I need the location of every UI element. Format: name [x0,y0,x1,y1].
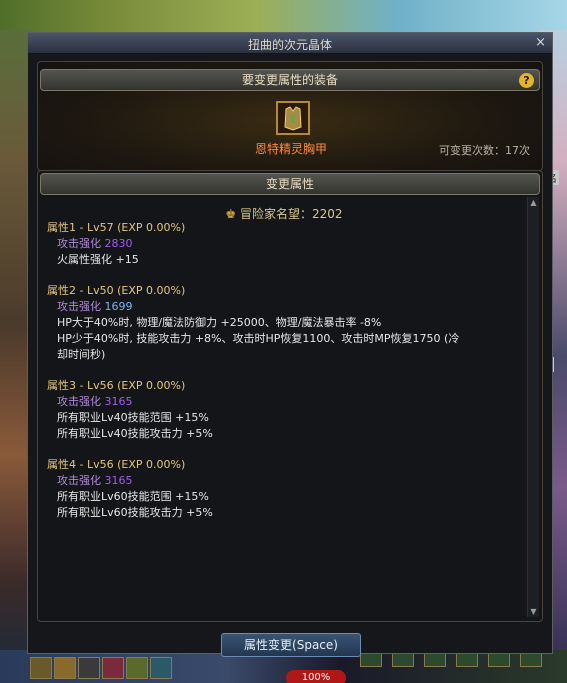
attribute-title: 属性2 - Lv50 (EXP 0.00%) [47,284,186,297]
skill-slot-icon[interactable] [30,657,52,679]
attack-boost-line: 攻击强化 3165 [47,394,459,410]
attack-boost-line: 攻击强化 2830 [47,236,459,252]
attack-boost-label: 攻击强化 [57,474,101,487]
help-icon[interactable]: ? [519,73,534,88]
change-count: 可变更次数：17次 [439,144,530,157]
chest-armor-icon[interactable] [276,101,310,135]
attribute-list: 属性1 - Lv57 (EXP 0.00%) 攻击强化 2830 火属性强化 +15… [47,220,459,536]
fame-text: 冒险家名望：2202 [240,207,343,221]
attribute-effect-line: 所有职业Lv40技能攻击力 +5% [57,427,213,440]
attribute-block: 属性1 - Lv57 (EXP 0.00%) 攻击强化 2830 火属性强化 +15 [47,220,459,268]
background-left-tree [0,30,30,683]
attribute-section-header: 变更属性 [40,173,540,195]
attribute-effect-line: 所有职业Lv60技能范围 +15% [57,490,209,503]
scrollbar[interactable]: ▲ ▼ [527,197,539,617]
attribute-title: 属性1 - Lv57 (EXP 0.00%) [47,221,186,234]
skill-slot-icon[interactable] [78,657,100,679]
equipment-panel: 要变更属性的装备 ? 恩特精灵胸甲 可变更次数：17次 [37,61,543,171]
attribute-effect-line: 所有职业Lv60技能攻击力 +5% [57,506,213,519]
hp-orb-readout: 100% [286,670,346,683]
attribute-block: 属性2 - Lv50 (EXP 0.00%) 攻击强化 1699 HP大于40%时,… [47,283,459,363]
attack-boost-value: 3165 [104,395,133,408]
skill-slot-icon[interactable] [54,657,76,679]
attack-boost-line: 攻击强化 1699 [47,299,459,315]
attribute-block: 属性4 - Lv56 (EXP 0.00%) 攻击强化 3165 所有职业Lv60技… [47,457,459,521]
scroll-up-icon[interactable]: ▲ [528,197,539,208]
close-icon[interactable]: × [535,35,546,50]
equipment-section-title: 要变更属性的装备 [241,73,338,87]
attribute-title: 属性3 - Lv56 (EXP 0.00%) [47,379,186,392]
titlebar[interactable]: 扭曲的次元晶体 × [28,33,552,54]
attack-boost-label: 攻击强化 [57,237,101,250]
skill-slot-icon[interactable] [150,657,172,679]
scroll-down-icon[interactable]: ▼ [528,606,539,617]
attack-boost-value: 2830 [104,237,133,250]
attack-boost-line: 攻击强化 3165 [47,473,459,489]
attribute-effect-line: 火属性强化 +15 [57,253,139,266]
attack-boost-value: 1699 [104,300,133,313]
skill-slot-icon[interactable] [126,657,148,679]
dimension-crystal-dialog: 扭曲的次元晶体 × 要变更属性的装备 ? 恩特精灵胸甲 可变更次数：17次 变更… [27,32,553,657]
attack-boost-value: 3165 [104,474,133,487]
attack-boost-label: 攻击强化 [57,395,101,408]
attribute-block: 属性3 - Lv56 (EXP 0.00%) 攻击强化 3165 所有职业Lv40技… [47,378,459,442]
attribute-effect-line: HP大于40%时, 物理/魔法防御力 +25000、物理/魔法暴击率 -8% [57,316,382,329]
attribute-effect-line: HP少于40%时, 技能攻击力 +8%、攻击时HP恢复1100、攻击时MP恢复1… [57,332,460,345]
attribute-title: 属性4 - Lv56 (EXP 0.00%) [47,458,186,471]
attack-boost-label: 攻击强化 [57,300,101,313]
equipment-section-header: 要变更属性的装备 ? [40,69,540,91]
fame-crest-icon: ♚ [225,207,237,221]
attribute-effect-line: 却时间秒) [57,348,106,361]
attribute-effect-line: 所有职业Lv40技能范围 +15% [57,411,209,424]
skill-slot-icon[interactable] [102,657,124,679]
change-attribute-button[interactable]: 属性变更(Space) [221,633,361,657]
attribute-panel: 变更属性 ♚ 冒险家名望：2202 属性1 - Lv57 (EXP 0.00%)… [37,170,543,622]
window-title: 扭曲的次元晶体 [247,38,332,52]
